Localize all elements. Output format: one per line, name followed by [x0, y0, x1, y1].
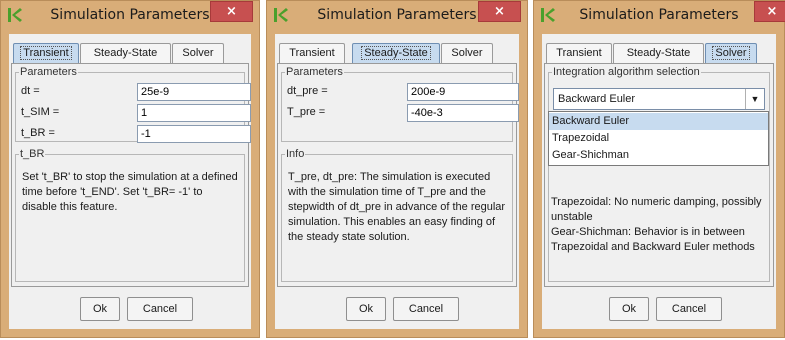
dialog-content: Transient Steady-State Solver Integratio…	[542, 34, 776, 329]
description-line: Trapezoidal: No numeric damping, possibl…	[551, 196, 762, 253]
tab-panel-solver: Integration algorithm selection Backward…	[544, 63, 774, 287]
tab-steady-state[interactable]: Steady-State	[613, 43, 704, 63]
close-icon: ×	[226, 4, 237, 19]
info-legend: t_BR	[20, 148, 45, 160]
tab-transient[interactable]: Transient	[13, 43, 79, 63]
dialog-content: Transient Steady-State Solver Parameters…	[275, 34, 519, 329]
tab-panel-steady-state: Parameters dt_pre = T_pre = Info T_pre, …	[277, 63, 519, 287]
tab-transient[interactable]: Transient	[279, 43, 345, 63]
parameters-legend: Parameters	[286, 66, 343, 78]
close-icon: ×	[494, 4, 505, 19]
title-bar[interactable]: Simulation Parameters ×	[267, 1, 527, 33]
dialog-transient: Simulation Parameters × Transient Steady…	[0, 0, 260, 338]
close-icon: ×	[766, 4, 778, 19]
tab-solver[interactable]: Solver	[172, 43, 224, 63]
dt-label: dt =	[21, 85, 40, 97]
close-button[interactable]: ×	[754, 1, 785, 22]
dropdown-option-backward-euler[interactable]: Backward Euler	[549, 113, 768, 130]
dialog-title: Simulation Parameters	[579, 7, 739, 23]
algorithm-select-value: Backward Euler	[558, 93, 636, 105]
dt-pre-label: dt_pre =	[287, 85, 328, 97]
dt-input[interactable]	[137, 83, 251, 101]
info-group: t_BR Set 't_BR' to stop the simulation a…	[15, 148, 245, 282]
tab-panel-transient: Parameters dt = t_SIM = t_BR = t_BR Set …	[11, 63, 251, 287]
cancel-button[interactable]: Cancel	[127, 297, 193, 321]
algorithm-select[interactable]: Backward Euler ▼	[553, 88, 765, 110]
dt-pre-input[interactable]	[407, 83, 519, 101]
parameters-legend: Parameters	[20, 66, 77, 78]
integration-legend: Integration algorithm selection	[553, 66, 700, 78]
dialog-content: Transient Steady-State Solver Parameters…	[9, 34, 251, 329]
tab-solver[interactable]: Solver	[441, 43, 493, 63]
close-button[interactable]: ×	[478, 1, 521, 22]
t-sim-label: t_SIM =	[21, 106, 60, 118]
t-pre-label: T_pre =	[287, 106, 326, 118]
param-row-tsim: t_SIM =	[21, 104, 251, 122]
param-row-dt-pre: dt_pre =	[287, 83, 519, 101]
algorithm-dropdown-list: Backward Euler Trapezoidal Gear-Shichman	[548, 111, 769, 166]
title-bar[interactable]: Simulation Parameters ×	[534, 1, 785, 33]
param-row-dt: dt =	[21, 83, 251, 101]
info-text: Set 't_BR' to stop the simulation at a d…	[22, 171, 238, 213]
dropdown-option-gear-shichman[interactable]: Gear-Shichman	[549, 147, 768, 164]
dropdown-option-trapezoidal[interactable]: Trapezoidal	[549, 130, 768, 147]
chevron-down-icon[interactable]: ▼	[745, 89, 764, 109]
t-pre-input[interactable]	[407, 104, 519, 122]
param-row-tbr: t_BR =	[21, 125, 251, 143]
info-group: Info T_pre, dt_pre: The simulation is ex…	[281, 148, 513, 282]
t-sim-input[interactable]	[137, 104, 251, 122]
param-row-t-pre: T_pre =	[287, 104, 519, 122]
ok-button[interactable]: Ok	[346, 297, 386, 321]
tab-steady-state[interactable]: Steady-State	[352, 43, 440, 63]
close-button[interactable]: ×	[210, 1, 253, 22]
t-br-input[interactable]	[137, 125, 251, 143]
ok-button[interactable]: Ok	[609, 297, 649, 321]
info-text: T_pre, dt_pre: The simulation is execute…	[288, 171, 506, 243]
title-bar[interactable]: Simulation Parameters ×	[1, 1, 259, 33]
ok-button[interactable]: Ok	[80, 297, 120, 321]
t-br-label: t_BR =	[21, 127, 55, 139]
dialog-steady-state: Simulation Parameters × Transient Steady…	[266, 0, 528, 338]
dialog-solver: Simulation Parameters × Transient Steady…	[533, 0, 785, 338]
tab-transient[interactable]: Transient	[546, 43, 612, 63]
cancel-button[interactable]: Cancel	[656, 297, 722, 321]
parameters-group: Parameters dt = t_SIM = t_BR =	[15, 66, 251, 143]
cancel-button[interactable]: Cancel	[393, 297, 459, 321]
tab-solver[interactable]: Solver	[705, 43, 757, 63]
info-legend: Info	[286, 148, 305, 160]
parameters-group: Parameters dt_pre = T_pre =	[281, 66, 519, 142]
tab-steady-state[interactable]: Steady-State	[80, 43, 171, 63]
algorithm-description: Trapezoidal: No numeric damping, possibl…	[551, 195, 769, 255]
